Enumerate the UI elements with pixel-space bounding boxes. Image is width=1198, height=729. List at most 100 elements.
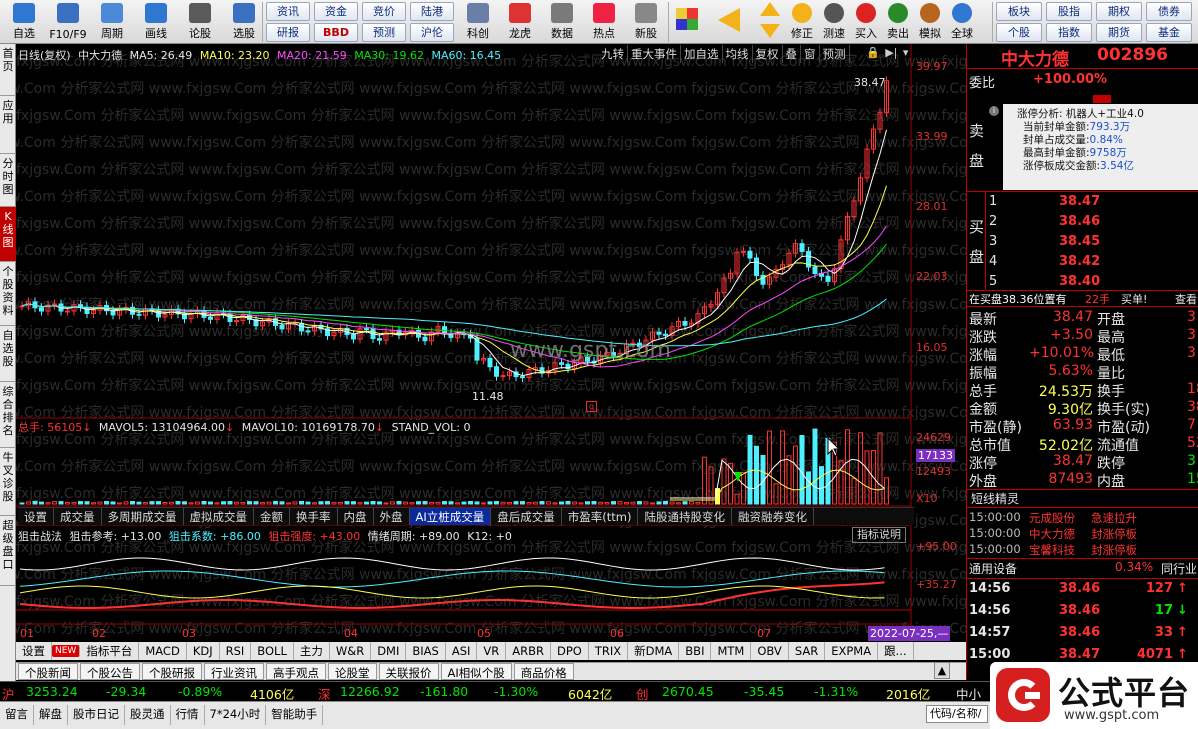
left-tab-0[interactable]: 首页 <box>0 44 16 96</box>
news-tab-2[interactable]: 个股研报 <box>142 663 202 680</box>
bottom-item-6[interactable]: 智能助手 <box>266 705 324 725</box>
left-tab-2[interactable]: 分时图 <box>0 154 16 207</box>
color-grid-icon[interactable] <box>676 8 698 30</box>
grid-top-btn-2[interactable]: 期权 <box>1096 2 1142 21</box>
news-tab-5[interactable]: 论股堂 <box>328 663 377 680</box>
left-tab-3[interactable]: K线图 <box>0 207 16 262</box>
bottom-item-5[interactable]: 7*24小时 <box>205 705 267 725</box>
scroll-up-icon[interactable] <box>760 2 780 16</box>
indicator-bottom-tab-7[interactable]: 主力 <box>294 642 330 660</box>
queue-check-link[interactable]: 查看 <box>1175 291 1197 307</box>
bottom-item-0[interactable]: 留言 <box>0 705 34 725</box>
left-tab-8[interactable]: 超级盘口 <box>0 516 16 586</box>
left-tab-7[interactable]: 牛叉诊股 <box>0 448 16 516</box>
short-stock[interactable]: 宝馨科技 <box>1029 542 1075 558</box>
indicator-tab-0[interactable]: 设置 <box>18 508 54 525</box>
grid-top-btn-1[interactable]: 股指 <box>1046 2 1092 21</box>
toolbar-top-btn-3[interactable]: 陆港 <box>410 2 454 21</box>
bottom-item-3[interactable]: 股灵通 <box>125 705 171 725</box>
bid-price[interactable]: 38.46 <box>1059 214 1100 229</box>
indicator-tab-5[interactable]: 换手率 <box>290 508 338 525</box>
indicator-explain-button[interactable]: 指标说明 <box>852 527 906 543</box>
toolbar-top-btn-2[interactable]: 竞价 <box>362 2 406 21</box>
indicator-tab-6[interactable]: 内盘 <box>338 508 374 525</box>
chart-tool-5[interactable]: 叠 <box>783 45 801 63</box>
indicator-bottom-tab-22[interactable]: 跟... <box>878 642 914 660</box>
collapse-arrow-icon[interactable] <box>1093 95 1111 103</box>
lock-icon[interactable]: 🔒 <box>866 46 880 59</box>
quality-marker-icon[interactable]: q <box>586 401 597 412</box>
indicator-bottom-tab-8[interactable]: W&R <box>330 642 372 660</box>
indicator-tab-2[interactable]: 多周期成交量 <box>102 508 184 525</box>
bottom-item-2[interactable]: 股市日记 <box>68 705 125 725</box>
toolbar-right-1[interactable]: 测速 <box>818 0 850 44</box>
left-tab-4[interactable]: 个股资料 <box>0 262 16 326</box>
indicator-bottom-tab-0[interactable]: 设置 <box>16 642 52 660</box>
news-tab-7[interactable]: AI相似个股 <box>440 663 512 680</box>
toolbar-right-4[interactable]: 模拟 <box>914 0 946 44</box>
bid-price[interactable]: 38.47 <box>1059 194 1100 209</box>
grid-bottom-btn-0[interactable]: 个股 <box>996 23 1042 42</box>
chart-tool-6[interactable]: 窗 <box>801 45 820 63</box>
indicator-tab-9[interactable]: 盘后成交量 <box>491 508 562 525</box>
indicator-bottom-tab-6[interactable]: BOLL <box>251 642 294 660</box>
code-search-input[interactable]: 代码/名称/ <box>926 705 988 723</box>
chevron-down-icon[interactable]: ▾ <box>903 46 909 59</box>
indicator-bottom-tab-16[interactable]: 新DMA <box>628 642 680 660</box>
toolbar-right-0[interactable]: 修正 <box>786 0 818 44</box>
bid-price[interactable]: 38.42 <box>1059 254 1100 269</box>
grid-top-btn-0[interactable]: 板块 <box>996 2 1042 21</box>
indicator-bottom-tab-12[interactable]: VR <box>477 642 507 660</box>
indicator-bottom-tab-1[interactable]: NEW <box>52 645 81 657</box>
bottom-item-1[interactable]: 解盘 <box>34 705 68 725</box>
toolbar-bottom-btn-3[interactable]: 沪伦 <box>410 23 454 42</box>
chart-tool-3[interactable]: 均线 <box>723 45 753 63</box>
chart-tool-0[interactable]: 九转 <box>598 45 628 63</box>
chart-tool-7[interactable]: 预测 <box>820 45 850 63</box>
indicator-tab-4[interactable]: 金额 <box>254 508 290 525</box>
indicator-tab-12[interactable]: 融资融券变化 <box>732 508 814 525</box>
short-stock[interactable]: 中大力德 <box>1029 526 1075 542</box>
indicator-tab-3[interactable]: 虚拟成交量 <box>184 508 254 525</box>
indicator-tab-10[interactable]: 市盈率(ttm) <box>562 508 639 525</box>
indicator-bottom-tab-18[interactable]: MTM <box>711 642 752 660</box>
info-icon[interactable]: i <box>989 106 999 116</box>
bid-price[interactable]: 38.40 <box>1059 274 1100 289</box>
bottom-item-4[interactable]: 行情 <box>171 705 205 725</box>
chart-tool-4[interactable]: 复权 <box>753 45 783 63</box>
indicator-bottom-tab-21[interactable]: EXPMA <box>825 642 879 660</box>
indicator-bottom-tab-20[interactable]: SAR <box>789 642 826 660</box>
last-page-icon[interactable]: ▶| <box>885 46 897 59</box>
indicator-bottom-tab-11[interactable]: ASI <box>446 642 478 660</box>
toolbar-right-2[interactable]: 买入 <box>850 0 882 44</box>
left-tab-5[interactable]: 自选股 <box>0 326 16 382</box>
toolbar-app-3[interactable]: 热点 <box>584 0 624 44</box>
industry-name[interactable]: 通用设备 <box>969 560 1017 577</box>
toolbar-bottom-btn-0[interactable]: 研报 <box>266 23 310 42</box>
indicator-bottom-tab-15[interactable]: TRIX <box>589 642 629 660</box>
toolbar-app-1[interactable]: 龙虎 <box>500 0 540 44</box>
scroll-down-icon[interactable] <box>760 24 780 38</box>
toolbar-top-btn-1[interactable]: 资金 <box>314 2 358 21</box>
indicator-bottom-tab-5[interactable]: RSI <box>220 642 252 660</box>
same-industry-button[interactable]: 同行业 <box>1161 560 1197 577</box>
news-tab-6[interactable]: 关联报价 <box>378 663 439 680</box>
grid-bottom-btn-1[interactable]: 指数 <box>1046 23 1092 42</box>
news-tab-8[interactable]: 商品价格 <box>513 663 574 680</box>
indicator-bottom-tab-13[interactable]: ARBR <box>506 642 551 660</box>
left-tab-6[interactable]: 综合排名 <box>0 382 16 448</box>
bid-price[interactable]: 38.45 <box>1059 234 1100 249</box>
toolbar-btn-1[interactable]: F10/F9 <box>46 0 90 44</box>
left-tab-1[interactable]: 应用 <box>0 96 16 154</box>
grid-bottom-btn-2[interactable]: 期货 <box>1096 23 1142 42</box>
indicator-bottom-tab-10[interactable]: BIAS <box>406 642 446 660</box>
indicator-bottom-tab-4[interactable]: KDJ <box>187 642 220 660</box>
toolbar-btn-3[interactable]: 画线 <box>134 0 178 44</box>
indicator-tab-8[interactable]: AI立桩成交量 <box>409 508 492 525</box>
indicator-bottom-tab-14[interactable]: DPO <box>551 642 589 660</box>
chart-tool-2[interactable]: 加自选 <box>681 45 723 63</box>
toolbar-btn-4[interactable]: 论股 <box>178 0 222 44</box>
toolbar-btn-5[interactable]: 选股 <box>222 0 266 44</box>
short-stock[interactable]: 元成股份 <box>1029 510 1075 526</box>
toolbar-top-btn-0[interactable]: 资讯 <box>266 2 310 21</box>
